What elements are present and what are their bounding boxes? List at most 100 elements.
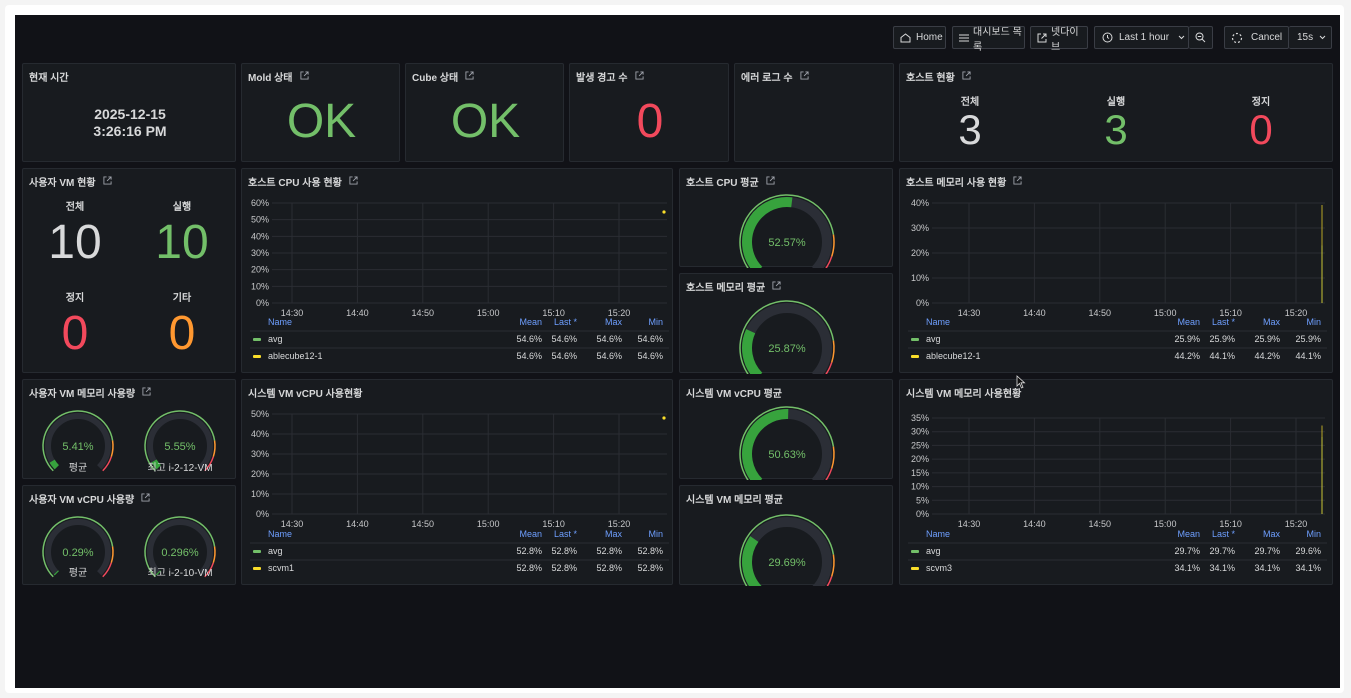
user-vm-other-label: 기타: [172, 293, 192, 304]
external-link-icon[interactable]: [465, 70, 474, 83]
legend-series-stat: 52.8%: [516, 546, 542, 556]
legend-header-stat[interactable]: Max: [605, 529, 623, 539]
legend-header-stat[interactable]: Min: [648, 529, 663, 539]
panel-title: 발생 경고 수: [576, 73, 628, 84]
menu-icon: [959, 34, 969, 41]
legend-series-name[interactable]: scvm3: [926, 563, 952, 573]
dashboards-button[interactable]: 대시보드 목록: [952, 26, 1025, 53]
gauge-threshold-orange: [212, 440, 216, 458]
y-tick-label: 30%: [251, 248, 269, 258]
user-vm-other-value: 0: [168, 307, 196, 360]
y-tick-label: 25%: [911, 440, 929, 450]
x-tick-label: 14:30: [281, 519, 304, 529]
legend-series-stat: 25.9%: [1295, 334, 1321, 344]
clock-icon: [1102, 32, 1113, 43]
x-tick-label: 15:00: [1154, 519, 1177, 529]
legend-header-stat[interactable]: Last *: [1212, 529, 1236, 539]
legend-series-stat: 34.1%: [1209, 563, 1235, 573]
home-icon: [900, 32, 911, 42]
sys-vcpu-gauge: 50.63%: [739, 406, 835, 480]
legend-header-stat[interactable]: Mean: [519, 317, 542, 327]
host-running-value: 3: [1104, 106, 1128, 153]
y-tick-label: 40%: [251, 429, 269, 439]
external-link-icon[interactable]: [635, 70, 644, 83]
legend-series-swatch: [911, 567, 919, 570]
legend-series-stat: 29.6%: [1295, 546, 1321, 556]
gauge-value-text: 0.296%: [161, 547, 199, 559]
cancel-refresh-button[interactable]: Cancel: [1224, 26, 1289, 49]
external-link-icon[interactable]: [800, 70, 809, 83]
legend-header-stat[interactable]: Min: [1306, 317, 1321, 327]
legend-series-stat: 52.8%: [516, 563, 542, 573]
legend-series-swatch: [911, 338, 919, 341]
legend-header-stat[interactable]: Mean: [1177, 529, 1200, 539]
y-tick-label: 10%: [911, 482, 929, 492]
legend-header-stat[interactable]: Mean: [1177, 317, 1200, 327]
legend-header-stat[interactable]: Min: [1306, 529, 1321, 539]
home-button[interactable]: Home: [893, 26, 946, 49]
zoom-out-button[interactable]: [1189, 26, 1213, 49]
legend-header-stat[interactable]: Max: [1263, 529, 1281, 539]
legend-series-name[interactable]: avg: [268, 334, 283, 344]
gauge-threshold-orange: [110, 546, 114, 564]
panel-host-cpu-chart: 호스트 CPU 사용 현황 60% 50% 40% 30% 20% 10% 0% 14:30 1…: [241, 168, 673, 373]
legend-series-stat: 52.8%: [596, 546, 622, 556]
x-tick-label: 15:00: [1154, 308, 1177, 318]
legend-series-stat: 25.9%: [1174, 334, 1200, 344]
legend-series-name[interactable]: avg: [926, 546, 941, 556]
sys-mem-timeseries[interactable]: 35% 30% 25% 20% 15% 10% 5% 0% 14:30 14:40 14:50 15:…: [900, 380, 1334, 586]
user-vm-mem-max-label: 최고 i-2-12-VM: [147, 463, 213, 474]
legend-series-stat: 54.6%: [596, 351, 622, 361]
gauge-value-text: 25.87%: [768, 343, 806, 355]
mouse-cursor-icon: [1016, 375, 1026, 389]
external-link-icon[interactable]: [962, 70, 971, 83]
panel-cube-status: Cube 상태 OK: [405, 63, 564, 162]
legend-series-name[interactable]: avg: [268, 546, 283, 556]
legend-series-stat: 54.6%: [516, 334, 542, 344]
panel-title: 사용자 VM 현황: [29, 178, 96, 189]
panel-error-logs: 에러 로그 수: [734, 63, 894, 162]
gauge-value-text: 5.41%: [62, 441, 93, 453]
legend-series-stat: 44.1%: [1295, 351, 1321, 361]
host-cpu-timeseries[interactable]: 60%50%40%30%20%10%0%14:30 14:40 14:50 15:00…: [242, 169, 674, 374]
legend-header-stat[interactable]: Mean: [519, 529, 542, 539]
legend-series-swatch: [253, 550, 261, 553]
legend-series-swatch: [253, 355, 261, 358]
refresh-interval-picker[interactable]: 15s: [1289, 26, 1332, 49]
time-range-picker[interactable]: Last 1 hour: [1094, 26, 1191, 49]
x-tick-label: 15:00: [477, 308, 500, 318]
series-last-point: [662, 210, 666, 214]
legend-series-name[interactable]: avg: [926, 334, 941, 344]
legend-header-stat[interactable]: Last *: [554, 529, 578, 539]
panel-alerts: 발생 경고 수 0: [569, 63, 729, 162]
cube-status-value: OK: [450, 95, 521, 148]
gauge-value-text: 0.29%: [62, 547, 93, 559]
y-tick-label: 30%: [251, 449, 269, 459]
sys-mem-gauge: 29.69%: [739, 514, 835, 586]
legend-series-name[interactable]: ablecube12-1: [268, 351, 323, 361]
panel-title: Mold 상태: [248, 73, 293, 84]
panel-sys-vcpu-avg: 시스템 VM vCPU 평균 50.63%: [679, 379, 893, 480]
legend-series-name[interactable]: ablecube12-1: [926, 351, 981, 361]
user-vm-vcpu-avg-label: 평균: [68, 568, 88, 579]
external-link-icon[interactable]: [299, 70, 309, 83]
host-mem-timeseries[interactable]: 40%30%20%10%0%14:30 14:40 14:50 15:00 15:10 1…: [900, 169, 1334, 374]
external-link-button[interactable]: 넷다이브: [1030, 26, 1088, 53]
legend-series-name[interactable]: scvm1: [268, 563, 294, 573]
legend-series-stat: 25.9%: [1254, 334, 1280, 344]
legend-header-stat[interactable]: Last *: [554, 317, 578, 327]
gauge-threshold-orange: [830, 554, 835, 577]
legend-header-stat[interactable]: Max: [605, 317, 623, 327]
sys-vcpu-timeseries[interactable]: 50% 40% 30% 20% 10% 0% 14:30 14:40 14:50 15:00 15:…: [242, 380, 674, 586]
panel-mold-status: Mold 상태 OK: [241, 63, 400, 162]
panel-user-vm-memory: 사용자 VM 메모리 사용량 5.41% 평균 5.55% 최고 i-2-12-…: [22, 379, 236, 479]
x-tick-label: 14:40: [1023, 308, 1046, 318]
x-tick-label: 14:40: [346, 519, 369, 529]
legend-header-stat[interactable]: Max: [1263, 317, 1281, 327]
legend-header-stat[interactable]: Min: [648, 317, 663, 327]
gauge-value-arc: [742, 329, 763, 374]
x-tick-label: 14:40: [346, 308, 369, 318]
external-link-icon[interactable]: [103, 175, 112, 188]
gauge-value-text: 52.57%: [768, 237, 806, 249]
legend-header-stat[interactable]: Last *: [1212, 317, 1236, 327]
